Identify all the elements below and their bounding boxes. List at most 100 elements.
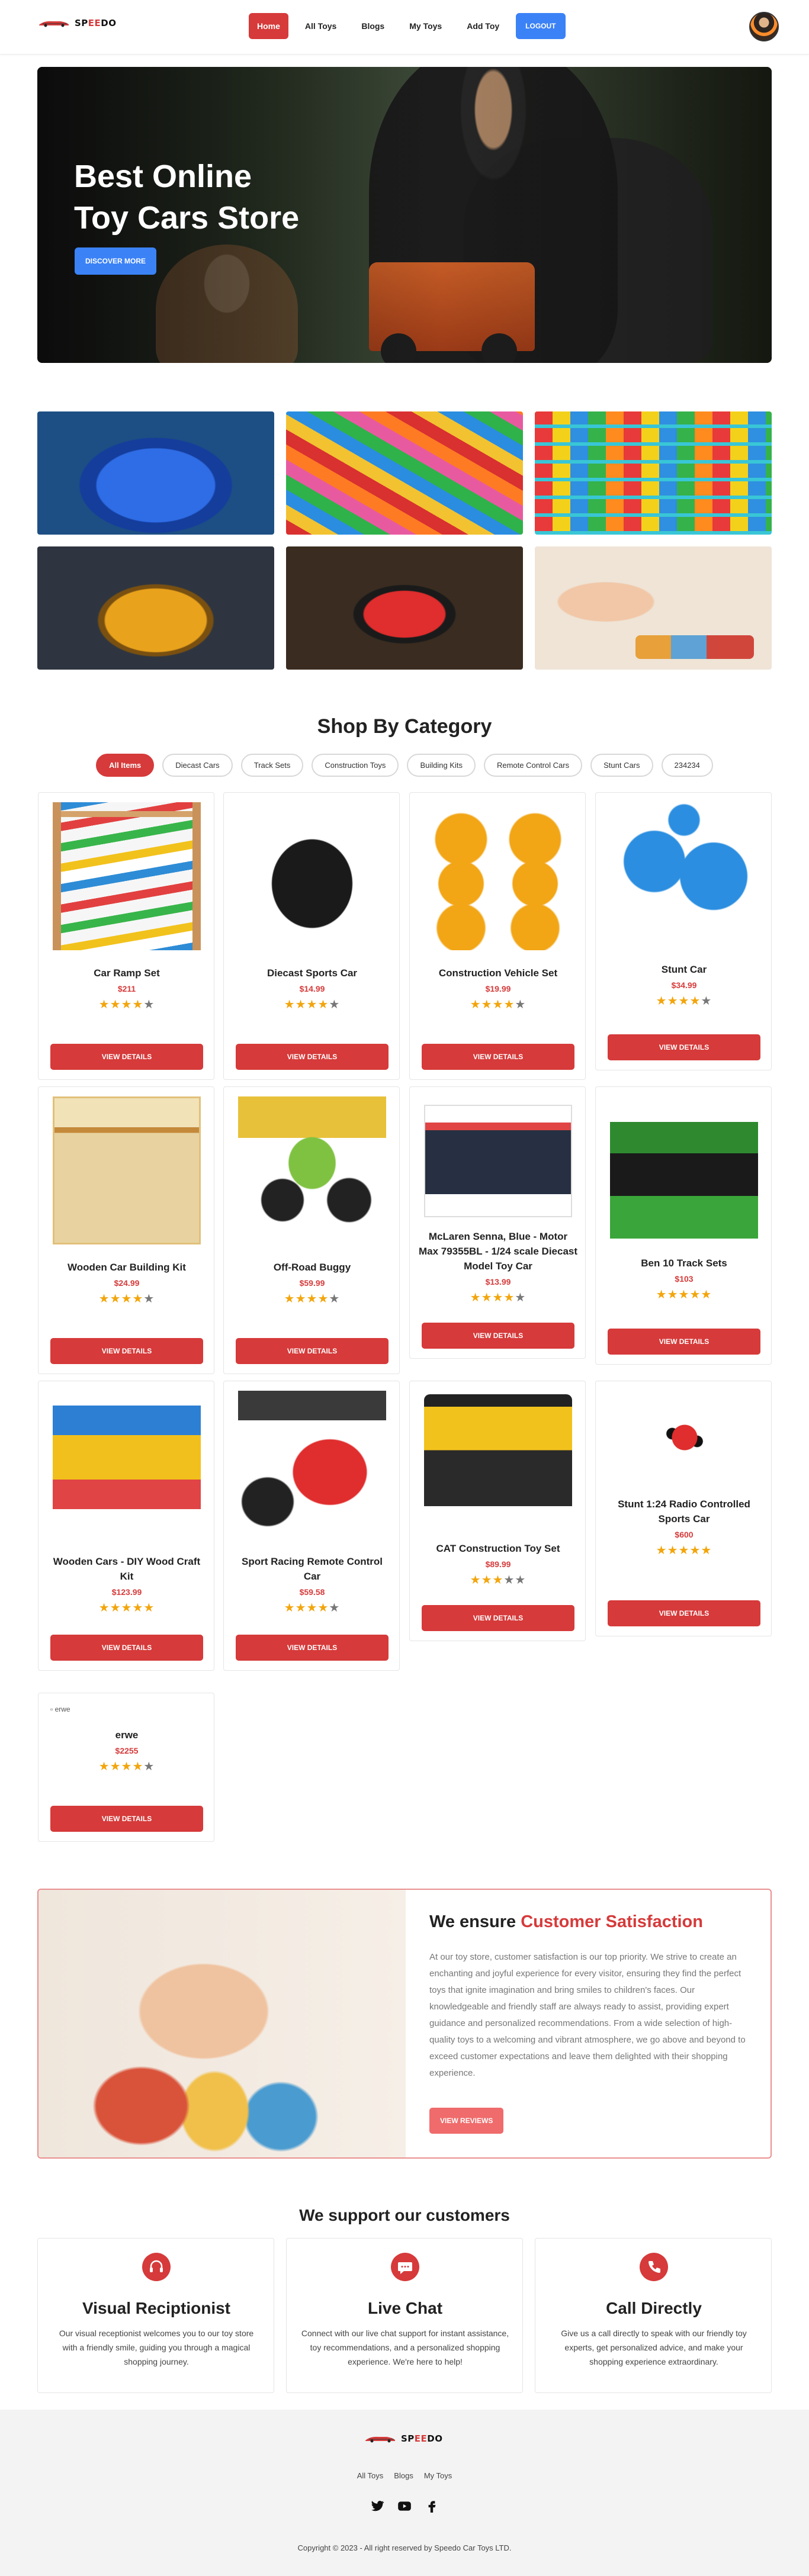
star-icon: ★ [284,998,296,1011]
support-card-live-chat: Live Chat Connect with our live chat sup… [286,2238,523,2393]
star-icon: ★ [132,1292,144,1305]
product-price: $123.99 [111,1587,142,1597]
product-price: $103 [675,1274,694,1284]
product-name: Stunt Car [661,964,707,975]
product-name: Stunt 1:24 Radio Controlled Sports Car [618,1498,750,1525]
view-details-button[interactable]: VIEW DETAILS [50,1044,203,1070]
youtube-icon[interactable] [397,2498,412,2514]
star-rating: ★★★★★ [596,993,772,1008]
product-name: Ben 10 Track Sets [641,1258,727,1269]
view-details-button[interactable]: VIEW DETAILS [608,1600,760,1626]
footer-link-my-toys[interactable]: My Toys [424,2471,452,2480]
star-icon: ★ [701,1288,712,1301]
product-name: CAT Construction Toy Set [436,1543,560,1554]
star-icon: ★ [143,1292,155,1305]
twitter-icon[interactable] [370,2498,385,2514]
star-rating: ★★★★★ [410,1290,586,1305]
product-card: Diecast Sports Car $14.99 ★★★★★ VIEW DETAIL… [223,792,400,1080]
star-icon: ★ [470,1291,481,1304]
nav-blogs[interactable]: Blogs [353,13,393,39]
product-name: Sport Racing Remote Control Car [241,1556,383,1582]
star-icon: ★ [689,995,701,1008]
logout-button[interactable]: LOGOUT [516,13,566,39]
star-icon: ★ [110,998,121,1011]
star-icon: ★ [481,998,493,1011]
view-details-button[interactable]: VIEW DETAILS [422,1323,574,1349]
star-icon: ★ [143,998,155,1011]
star-icon: ★ [121,998,133,1011]
product-card: ▫ erwe erwe $2255 ★★★★★ VIEW DETAILS [38,1693,214,1842]
view-details-button[interactable]: VIEW DETAILS [422,1044,574,1070]
product-price: $34.99 [671,980,697,990]
star-rating: ★★★★★ [38,1759,215,1774]
view-details-button[interactable]: VIEW DETAILS [50,1806,203,1832]
view-details-button[interactable]: VIEW DETAILS [236,1044,389,1070]
product-card: Sport Racing Remote Control Car $59.58 ★★★… [223,1381,400,1671]
nav-my-toys[interactable]: My Toys [401,13,450,39]
user-avatar[interactable] [749,12,779,41]
tab-all-items[interactable]: All Items [96,754,155,777]
tab-stunt-cars[interactable]: Stunt Cars [590,754,653,777]
product-card: Construction Vehicle Set $19.99 ★★★★★ VIEW … [409,792,586,1080]
nav-home[interactable]: Home [249,13,288,39]
star-icon: ★ [470,1574,481,1587]
footer-brand-logo[interactable]: SPEEDO [364,2433,443,2444]
product-image [424,802,572,950]
star-icon: ★ [132,1601,144,1615]
product-card: Off-Road Buggy $59.99 ★★★★★ VIEW DETAILS [223,1086,400,1374]
nav-add-toy[interactable]: Add Toy [458,13,508,39]
star-icon: ★ [317,1292,329,1305]
star-icon: ★ [667,1544,679,1557]
view-details-button[interactable]: VIEW DETAILS [422,1605,574,1631]
product-price: $211 [117,984,136,993]
star-icon: ★ [295,998,307,1011]
star-rating: ★★★★★ [38,1291,215,1306]
tab-building-kits[interactable]: Building Kits [407,754,476,777]
tab-234234[interactable]: 234234 [661,754,713,777]
gallery-image-yellow-suv [37,546,274,670]
product-price: $13.99 [485,1277,511,1287]
support-card-receptionist: Visual Reciptionist Our visual reception… [37,2238,274,2393]
star-icon: ★ [98,1760,110,1773]
tab-diecast-cars[interactable]: Diecast Cars [162,754,233,777]
star-icon: ★ [503,1291,515,1304]
footer-link-all-toys[interactable]: All Toys [357,2471,384,2480]
product-price: $89.99 [485,1559,511,1569]
star-icon: ★ [503,1574,515,1587]
support-card-call: Call Directly Give us a call directly to… [535,2238,772,2393]
footer-link-blogs[interactable]: Blogs [394,2471,413,2480]
tab-track-sets[interactable]: Track Sets [240,754,304,777]
gallery-image-red-ride-on [286,546,523,670]
product-card: CAT Construction Toy Set $89.99 ★★★★★ VIEW … [409,1381,586,1641]
facebook-icon[interactable] [424,2498,439,2514]
star-icon: ★ [143,1760,155,1773]
product-name: Wooden Car Building Kit [68,1262,186,1273]
nav-all-toys[interactable]: All Toys [297,13,345,39]
phone-icon [640,2253,668,2281]
star-rating: ★★★★★ [410,997,586,1012]
star-icon: ★ [98,1601,110,1615]
view-details-button[interactable]: VIEW DETAILS [608,1329,760,1355]
product-name: erwe [115,1729,139,1741]
product-name: Construction Vehicle Set [438,967,558,979]
view-details-button[interactable]: VIEW DETAILS [236,1338,389,1364]
view-details-button[interactable]: VIEW DETAILS [50,1635,203,1661]
view-reviews-button[interactable]: VIEW REVIEWS [429,2108,504,2134]
view-details-button[interactable]: VIEW DETAILS [236,1635,389,1661]
star-icon: ★ [678,1544,690,1557]
star-icon: ★ [317,998,329,1011]
star-icon: ★ [481,1291,493,1304]
star-icon: ★ [656,995,667,1008]
view-details-button[interactable]: VIEW DETAILS [50,1338,203,1364]
tab-remote-control-cars[interactable]: Remote Control Cars [483,754,583,777]
tab-construction-toys[interactable]: Construction Toys [312,754,399,777]
star-icon: ★ [306,1601,318,1615]
product-card: Car Ramp Set $211 ★★★★★ VIEW DETAILS [38,792,214,1080]
star-icon: ★ [667,1288,679,1301]
view-details-button[interactable]: VIEW DETAILS [608,1034,760,1060]
support-title: We support our customers [299,2206,510,2224]
brand-logo[interactable]: SPEEDO [38,18,117,28]
discover-more-button[interactable]: DISCOVER MORE [75,247,157,275]
gallery-image-baby-cars [535,546,772,670]
footer-links: All Toys Blogs My Toys [0,2471,809,2480]
